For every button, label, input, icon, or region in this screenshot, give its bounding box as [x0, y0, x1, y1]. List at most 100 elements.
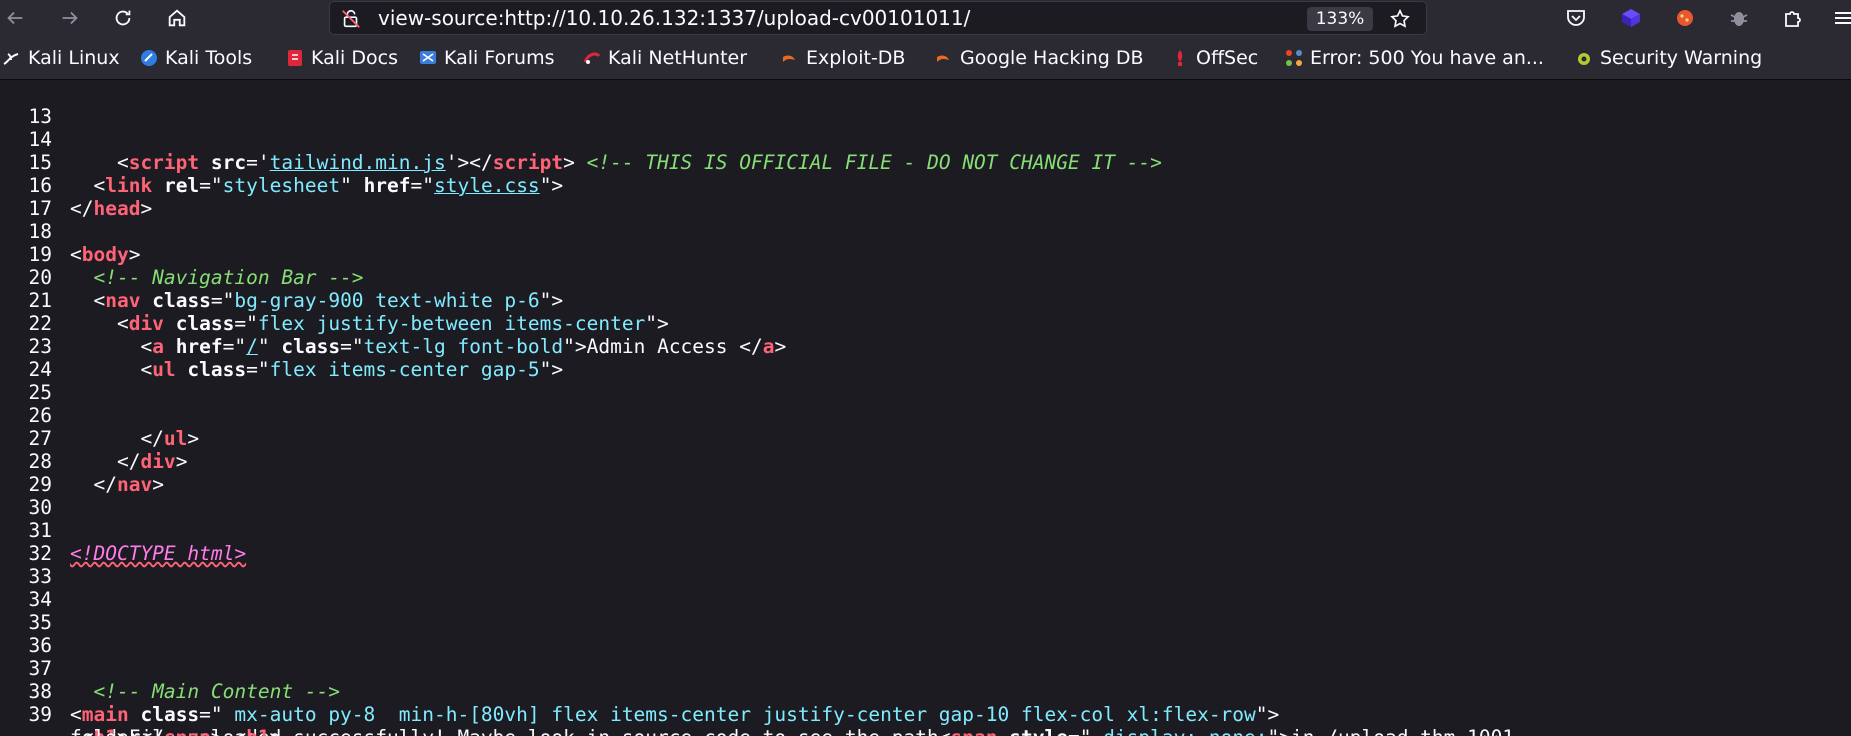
bookmark-label: Error: 500 You have an...	[1310, 47, 1544, 69]
bookmark-label: Kali Linux	[28, 47, 120, 69]
ghdb-icon	[937, 55, 949, 62]
source-line: 30	[0, 473, 52, 519]
source-line: 34	[0, 565, 52, 611]
source-line: 25	[0, 358, 52, 404]
insecure-lock-icon	[342, 9, 360, 28]
admin-href-link[interactable]: /	[246, 335, 258, 358]
reload-icon	[115, 10, 131, 26]
bookmark-kali-docs[interactable]: Kali Docs	[285, 36, 398, 80]
extension-button-3[interactable]	[1726, 5, 1752, 31]
source-line: 22 <a href="/" class="text-lg font-bold"…	[0, 289, 787, 358]
cookie-icon	[1677, 10, 1693, 26]
stylesheet-link[interactable]: style.css	[434, 174, 540, 197]
bookmark-kali-nethunter[interactable]: Kali NetHunter	[582, 36, 747, 80]
source-line: 20 <nav class="bg-gray-900 text-white p-…	[0, 243, 564, 312]
arrow-left-icon	[7, 11, 23, 25]
bookmark-label: Exploit-DB	[806, 47, 906, 69]
a-class-value: text-lg font-bold	[363, 335, 564, 358]
pocket-button[interactable]	[1563, 5, 1589, 31]
home-button[interactable]	[162, 4, 192, 32]
address-bar[interactable]: view-source:http://10.10.26.132:1337/upl…	[329, 1, 1427, 35]
main-class-value: mx-auto py-8 min-h-[80vh] flex items-cen…	[222, 703, 1256, 726]
bookmark-label: OffSec	[1196, 47, 1259, 69]
menu-button[interactable]	[1830, 5, 1851, 31]
admin-access-text: Admin Access	[586, 335, 740, 358]
ul-class-value: flex items-center gap-5	[269, 358, 540, 381]
purple-cube-icon	[1622, 9, 1640, 27]
nethunter-icon	[583, 52, 601, 64]
bookmark-error-500[interactable]: Error: 500 You have an...	[1284, 36, 1544, 80]
source-line: 35	[0, 588, 52, 634]
script-src-link[interactable]: tailwind.min.js	[270, 151, 446, 174]
home-icon	[168, 9, 186, 27]
source-line: 23 <ul class="flex items-center gap-5">	[0, 312, 564, 381]
official-file-comment: <!-- THIS IS OFFICIAL FILE - DO NOT CHAN…	[586, 151, 1162, 174]
bookmark-kali-linux[interactable]: Kali Linux	[2, 36, 120, 80]
div-class-value: flex justify-between items-center	[257, 312, 646, 335]
source-line: 21 <div class="flex justify-between item…	[0, 266, 669, 335]
hamburger-icon	[1835, 12, 1851, 24]
bookmarks-toolbar: Kali Linux Kali Tools Kali Docs Kali For…	[0, 36, 1851, 80]
exploit-db-icon	[783, 55, 795, 62]
puzzle-icon	[1785, 11, 1801, 27]
bookmark-star-icon[interactable]	[1388, 8, 1412, 30]
nav-class-value: bg-gray-900 text-white p-6	[234, 289, 540, 312]
joomla-icon	[1286, 50, 1302, 66]
source-line: 18 <body>	[0, 197, 141, 266]
kali-forums-icon	[420, 51, 436, 64]
bookmark-label: Kali Tools	[165, 47, 253, 69]
source-line: 38 <main class=" mx-auto py-8 min-h-[80v…	[0, 657, 1280, 726]
source-line: 31 <!DOCTYPE html>	[0, 496, 247, 565]
pocket-icon	[1567, 10, 1585, 26]
source-line: 26 </ul>	[0, 381, 200, 450]
bookmark-google-hacking-db[interactable]: Google Hacking DB	[934, 36, 1144, 80]
source-line: 37 <!-- Main Content -->	[0, 634, 341, 703]
source-line: 29	[0, 450, 52, 496]
bookmark-label: Security Warning	[1600, 47, 1763, 69]
bookmark-security-warning[interactable]: Security Warning	[1574, 36, 1762, 80]
extension-button-1[interactable]	[1618, 5, 1644, 31]
source-line: 28 </nav>	[0, 427, 164, 496]
nav-comment: <!-- Navigation Bar -->	[93, 266, 364, 289]
kali-tools-icon	[141, 50, 157, 66]
bookmark-kali-forums[interactable]: Kali Forums	[418, 36, 555, 80]
source-line: 14 <script src='tailwind.min.js'></scrip…	[0, 105, 1162, 174]
source-line: 39 <h1>File uploaded successfully! Maybe…	[0, 680, 1515, 736]
source-line: 19 <!-- Navigation Bar -->	[0, 220, 364, 289]
bookmark-exploit-db[interactable]: Exploit-DB	[780, 36, 905, 80]
span-style-value: display: none;	[1091, 726, 1267, 736]
forward-button[interactable]	[55, 4, 85, 32]
extensions-button[interactable]	[1780, 5, 1806, 31]
view-source-content: 13 14 <script src='tailwind.min.js'></sc…	[0, 80, 1851, 736]
arrow-right-icon	[62, 11, 78, 25]
kali-dragon-icon	[3, 53, 19, 65]
source-line: 36	[0, 611, 52, 657]
link-rel-value: stylesheet	[222, 174, 341, 197]
source-line: 33	[0, 542, 52, 588]
bookmark-label: Kali Docs	[311, 47, 398, 69]
bookmark-kali-tools[interactable]: Kali Tools	[139, 36, 252, 80]
bug-icon	[1730, 12, 1748, 26]
kali-docs-icon	[288, 50, 302, 66]
bookmark-label: Google Hacking DB	[960, 47, 1144, 69]
source-line: 24	[0, 335, 52, 381]
bookmark-offsec[interactable]: OffSec	[1170, 36, 1258, 80]
source-line: 27 </div>	[0, 404, 188, 473]
hidden-path-text: in /upload_thm_1001	[1291, 726, 1514, 736]
doctype-declaration: <!DOCTYPE html>	[70, 542, 247, 565]
bookmark-label: Kali NetHunter	[608, 47, 748, 69]
zoom-level-button[interactable]: 133%	[1307, 7, 1373, 31]
reload-button[interactable]	[108, 4, 138, 32]
folder-text: folder	[70, 726, 140, 736]
source-line: 15 <link rel="stylesheet" href="style.cs…	[0, 128, 564, 197]
source-line: 16 </head>	[0, 151, 153, 220]
offsec-icon	[1177, 50, 1183, 66]
back-button[interactable]	[0, 4, 30, 32]
extension-button-2[interactable]	[1672, 5, 1698, 31]
security-icon	[1578, 53, 1590, 65]
source-line: 17	[0, 174, 52, 220]
source-line: 32	[0, 519, 52, 565]
url-text[interactable]: view-source:http://10.10.26.132:1337/upl…	[378, 2, 970, 35]
main-content-comment: <!-- Main Content -->	[93, 680, 341, 703]
source-line-wrapped: folder</span> <h1>	[0, 703, 281, 736]
